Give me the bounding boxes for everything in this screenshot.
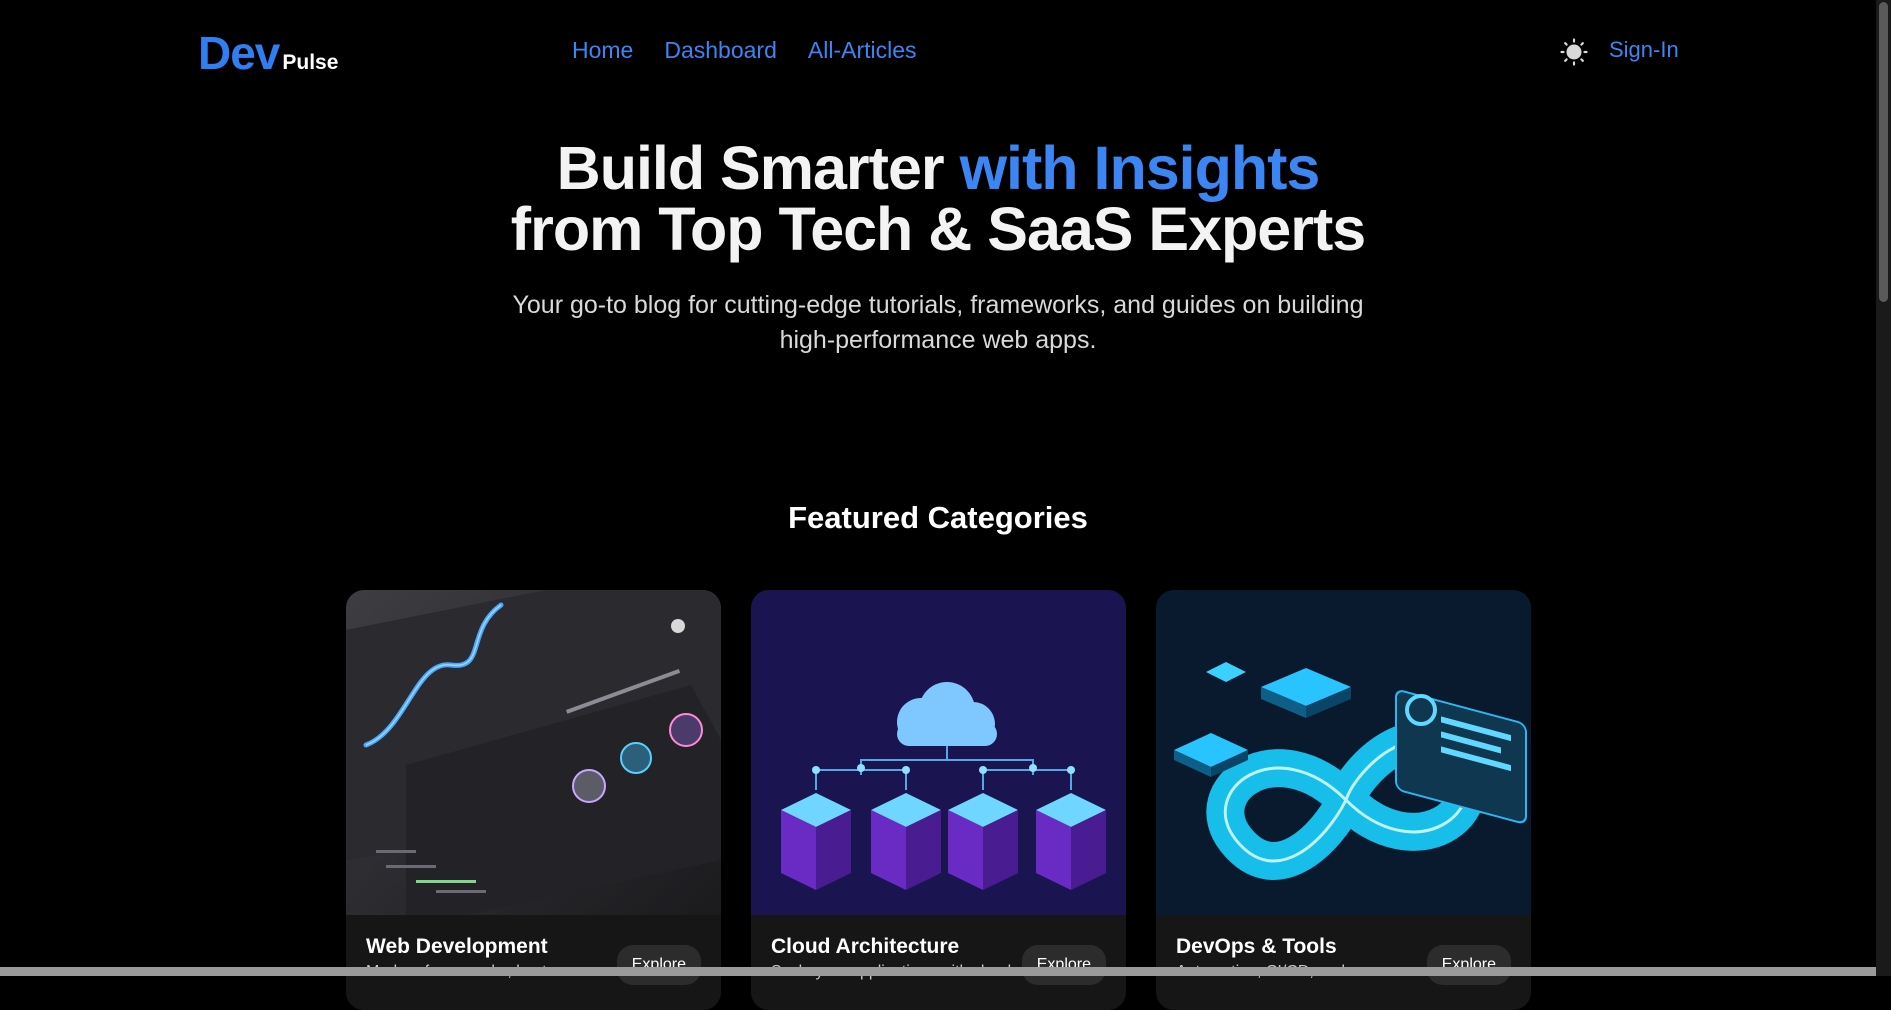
category-cards: Web Development Modern frameworks, best … [346,590,1531,1010]
card-footer: DevOps & Tools Automation, CI/CD, and Ex… [1156,915,1531,1010]
nav-links: Home Dashboard All-Articles [572,37,917,64]
web-development-image [346,590,721,915]
card-footer: Cloud Architecture Scale your applicatio… [751,915,1126,1010]
category-card-web-development[interactable]: Web Development Modern frameworks, best … [346,590,721,1010]
featured-categories-heading: Featured Categories [788,500,1088,535]
hero-title-part1: Build Smarter [556,134,960,202]
explore-button[interactable]: Explore [1021,945,1106,985]
nav-link-dashboard[interactable]: Dashboard [664,37,777,64]
explore-button[interactable]: Explore [1426,945,1511,985]
nav-link-all-articles[interactable]: All-Articles [808,37,917,64]
hero-title: Build Smarter with Insights from Top Tec… [0,138,1876,260]
logo[interactable]: Dev Pulse [198,26,338,80]
card-footer: Web Development Modern frameworks, best … [346,915,721,1010]
card-title: Web Development [366,935,548,958]
cloud-architecture-image [751,590,1126,915]
scrollbar-thumb[interactable] [1879,2,1888,302]
category-card-devops-tools[interactable]: DevOps & Tools Automation, CI/CD, and Ex… [1156,590,1531,1010]
category-card-cloud-architecture[interactable]: Cloud Architecture Scale your applicatio… [751,590,1126,1010]
logo-dev: Dev [198,27,280,79]
hero-subtitle: Your go-to blog for cutting-edge tutoria… [512,291,1364,354]
sun-icon[interactable] [1560,38,1588,66]
devops-tools-image [1156,590,1531,915]
card-title: Cloud Architecture [771,935,960,958]
logo-pulse: Pulse [282,51,339,74]
hero-title-line2: from Top Tech & SaaS Experts [510,195,1366,263]
nav-link-home[interactable]: Home [572,37,633,64]
top-navbar: Dev Pulse Home Dashboard All-Articles Si… [0,0,1891,100]
hero-title-accent: with Insights [959,134,1321,202]
sign-in-link[interactable]: Sign-In [1609,37,1679,63]
bottom-edge [0,967,1876,976]
card-title: DevOps & Tools [1176,935,1337,958]
vertical-scrollbar[interactable] [1876,0,1891,976]
explore-button[interactable]: Explore [616,945,701,985]
